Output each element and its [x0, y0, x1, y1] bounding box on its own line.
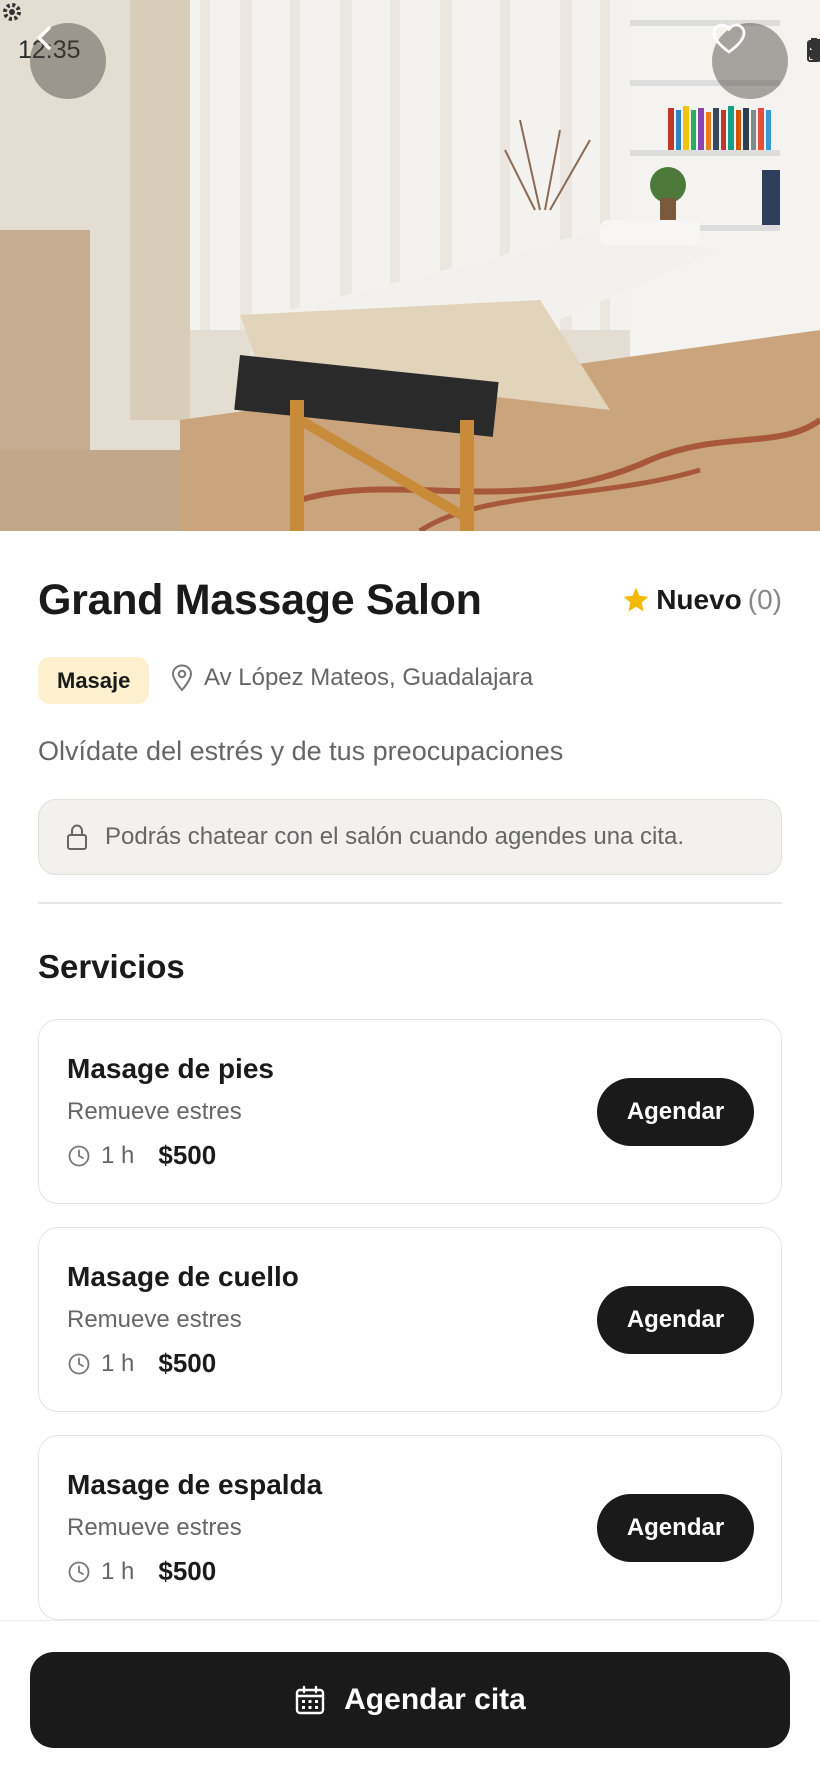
salon-tagline: Olvídate del estrés y de tus preocupacio…: [38, 736, 564, 766]
rating-label: Nuevo: [656, 584, 742, 615]
book-appointment-label: Agendar cita: [344, 1683, 526, 1716]
book-service-button[interactable]: Agendar: [597, 1286, 754, 1354]
location-pin-icon: [171, 664, 193, 692]
chat-notice-text: Podrás chatear con el salón cuando agend…: [105, 823, 685, 850]
rating-count: (0): [747, 584, 782, 615]
service-description: Remueve estres: [67, 1514, 242, 1541]
service-description: Remueve estres: [67, 1098, 242, 1125]
heart-icon: [712, 23, 746, 54]
salon-address: Av López Mateos, Guadalajara: [170, 664, 533, 692]
settings-gear-icon: [3, 3, 21, 21]
salon-name: Grand Massage Salon: [38, 576, 482, 624]
service-card: Masage de cuello Remueve estres 1 h $500…: [38, 1227, 782, 1412]
salon-rating: Nuevo (0): [622, 584, 782, 616]
favorite-button[interactable]: [712, 23, 788, 99]
service-meta: 1 h $500: [67, 1556, 216, 1587]
service-card: Masage de espalda Remueve estres 1 h $50…: [38, 1435, 782, 1620]
book-appointment-button[interactable]: Agendar cita: [30, 1652, 790, 1748]
clock-icon: [68, 1353, 90, 1374]
massage-room-photo: [0, 0, 820, 531]
battery-icon: [807, 38, 820, 62]
calendar-icon: [295, 1685, 325, 1715]
service-price: $500: [158, 1140, 217, 1170]
service-price: $500: [158, 1556, 217, 1586]
status-bar: 12:35: [0, 0, 820, 64]
service-duration: 1 h: [101, 1141, 135, 1169]
category-tag: Masaje: [38, 657, 150, 704]
service-duration: 1 h: [101, 1349, 135, 1377]
back-button[interactable]: [30, 23, 106, 99]
service-price: $500: [158, 1348, 217, 1378]
chevron-left-icon: [37, 26, 51, 50]
address-text: Av López Mateos, Guadalajara: [204, 664, 534, 691]
service-description: Remueve estres: [67, 1306, 242, 1333]
service-meta: 1 h $500: [67, 1348, 216, 1379]
services-title: Servicios: [38, 948, 185, 985]
clock-icon: [68, 1145, 90, 1166]
service-name: Masage de pies: [67, 1053, 274, 1084]
book-service-button[interactable]: Agendar: [597, 1078, 754, 1146]
service-name: Masage de espalda: [67, 1469, 323, 1500]
service-name: Masage de cuello: [67, 1261, 299, 1292]
lock-icon: [67, 824, 87, 850]
service-card: Masage de pies Remueve estres 1 h $500 A…: [38, 1019, 782, 1204]
service-meta: 1 h $500: [67, 1140, 216, 1171]
service-duration: 1 h: [101, 1557, 135, 1585]
chat-notice: Podrás chatear con el salón cuando agend…: [38, 799, 782, 875]
star-icon: [623, 587, 649, 612]
salon-hero-image: 12:35: [0, 0, 820, 531]
section-divider: [38, 902, 782, 904]
book-service-button[interactable]: Agendar: [597, 1494, 754, 1562]
clock-icon: [68, 1561, 90, 1582]
